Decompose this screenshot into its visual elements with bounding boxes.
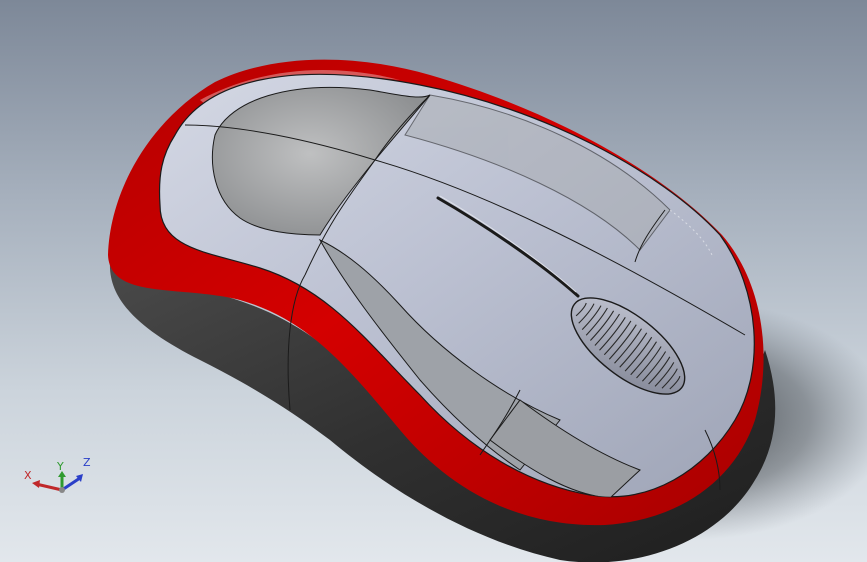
graphics-viewport[interactable]: X Y Z bbox=[0, 0, 867, 562]
y-axis-label: Y bbox=[57, 460, 64, 473]
z-axis-label: Z bbox=[83, 456, 91, 469]
mouse-3d-model[interactable] bbox=[0, 0, 867, 562]
x-axis-label: X bbox=[24, 469, 32, 482]
